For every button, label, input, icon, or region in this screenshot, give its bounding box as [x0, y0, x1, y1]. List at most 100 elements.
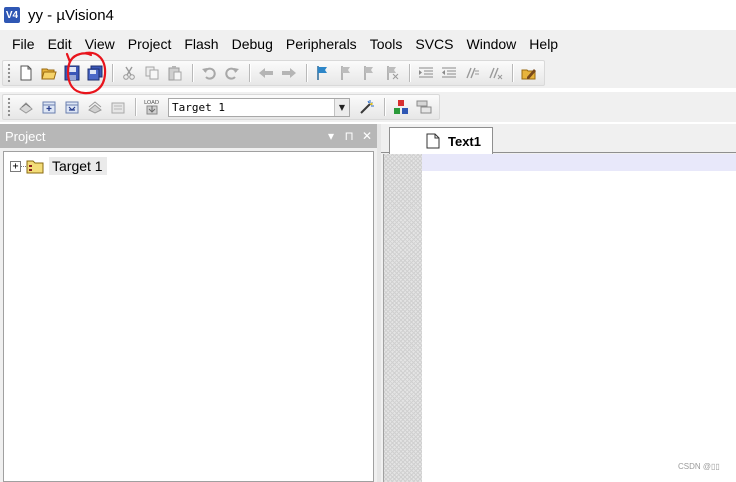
target-select[interactable]: Target 1 ▼ [168, 97, 350, 117]
undo-icon [201, 67, 216, 80]
project-tree[interactable]: + Target 1 [3, 151, 374, 482]
menu-file[interactable]: File [6, 32, 41, 56]
title-bar: V4 yy - µVision4 [0, 0, 736, 30]
clear-bookmarks-button[interactable] [381, 63, 402, 84]
flag-previous-icon [340, 66, 350, 80]
batch-build-button[interactable] [84, 97, 105, 118]
indent-button[interactable] [415, 63, 436, 84]
menu-help[interactable]: Help [523, 32, 564, 56]
menu-svcs[interactable]: SVCS [409, 32, 459, 56]
select-software-packs-button[interactable] [413, 97, 434, 118]
translate-icon [18, 102, 33, 114]
toolbar-separator [409, 64, 410, 82]
menu-flash[interactable]: Flash [178, 32, 224, 56]
comment-selection-button[interactable] [461, 63, 482, 84]
panel-dropdown-icon[interactable]: ▾ [323, 128, 339, 144]
editor-gutter[interactable] [384, 154, 422, 482]
window-title: yy - µVision4 [28, 6, 114, 24]
save-floppy-icon [64, 65, 79, 81]
tree-expand-icon[interactable]: + [10, 160, 21, 172]
tree-item-target[interactable]: + Target 1 [10, 156, 107, 176]
unindent-button[interactable] [438, 63, 459, 84]
project-panel-header: Project ▾ ⊓ ✕ [0, 124, 377, 148]
find-in-files-button[interactable] [518, 63, 539, 84]
paste-button[interactable] [164, 63, 185, 84]
navigate-forward-button[interactable] [278, 63, 299, 84]
manage-components-button[interactable] [390, 97, 411, 118]
panel-close-icon[interactable]: ✕ [359, 128, 375, 144]
download-button[interactable]: LOAD [141, 97, 162, 118]
save-button[interactable] [61, 63, 82, 84]
text-editor[interactable] [383, 154, 736, 482]
rebuild-icon [65, 101, 78, 114]
redo-icon [224, 67, 239, 80]
redo-button[interactable] [221, 63, 242, 84]
dropdown-arrow-icon[interactable]: ▼ [334, 98, 349, 116]
current-line-highlight [422, 154, 736, 171]
undo-button[interactable] [198, 63, 219, 84]
build-icon [42, 101, 55, 114]
unindent-icon [441, 67, 456, 78]
translate-button[interactable] [15, 97, 36, 118]
arrow-left-icon [258, 68, 273, 78]
open-folder-icon [40, 68, 57, 80]
components-icon [393, 100, 408, 114]
editor-area: Text1 [381, 124, 736, 482]
flag-clear-icon [386, 66, 398, 80]
project-panel-title: Project [5, 128, 46, 144]
previous-bookmark-button[interactable] [335, 63, 356, 84]
copy-button[interactable] [141, 63, 162, 84]
file-toolbar [2, 60, 545, 86]
menu-project[interactable]: Project [122, 32, 178, 56]
scissors-icon [122, 66, 135, 80]
toolbar-separator [512, 64, 513, 82]
menu-debug[interactable]: Debug [226, 32, 279, 56]
watermark: CSDN @▯▯ [678, 462, 720, 471]
menu-window[interactable]: Window [461, 32, 523, 56]
stop-build-button[interactable] [107, 97, 128, 118]
find-in-files-icon [521, 69, 536, 80]
indent-icon [418, 67, 433, 78]
load-label: LOAD [144, 100, 159, 106]
toolbar-grip[interactable] [7, 97, 11, 117]
menu-view[interactable]: View [79, 32, 121, 56]
stop-build-icon [111, 102, 124, 114]
target-folder-icon [26, 160, 44, 174]
build-button[interactable] [38, 97, 59, 118]
menu-peripherals[interactable]: Peripherals [280, 32, 363, 56]
packs-icon [416, 100, 431, 114]
batch-build-icon [87, 101, 102, 114]
next-bookmark-button[interactable] [358, 63, 379, 84]
tab-label: Text1 [448, 133, 481, 149]
project-panel: Project ▾ ⊓ ✕ + Target 1 [0, 124, 377, 482]
flag-next-icon [363, 66, 373, 80]
tree-item-label: Target 1 [49, 157, 107, 175]
rebuild-button[interactable] [61, 97, 82, 118]
new-file-button[interactable] [15, 63, 36, 84]
magic-wand-icon [359, 100, 374, 114]
insert-bookmark-button[interactable] [312, 63, 333, 84]
open-file-button[interactable] [38, 63, 59, 84]
cut-button[interactable] [118, 63, 139, 84]
toolbar-separator [192, 64, 193, 82]
toolbar-separator [112, 64, 113, 82]
toolbar-separator [306, 64, 307, 82]
save-all-icon [87, 65, 102, 81]
comment-icon [465, 67, 479, 79]
navigate-back-button[interactable] [255, 63, 276, 84]
editor-tab-strip: Text1 [381, 124, 736, 154]
target-select-value: Target 1 [172, 100, 225, 114]
toolbar-separator [384, 98, 385, 116]
menu-bar: File Edit View Project Flash Debug Perip… [0, 30, 736, 58]
tab-text1[interactable]: Text1 [389, 127, 493, 154]
toolbar-grip[interactable] [7, 63, 11, 83]
panel-pin-icon[interactable]: ⊓ [341, 128, 357, 144]
paste-clipboard-icon [168, 66, 181, 81]
uvision-app-icon: V4 [4, 7, 20, 23]
uncomment-selection-button[interactable] [484, 63, 505, 84]
build-toolbar: LOAD Target 1 ▼ [2, 94, 440, 120]
save-all-button[interactable] [84, 63, 105, 84]
target-options-button[interactable] [356, 97, 377, 118]
menu-edit[interactable]: Edit [42, 32, 78, 56]
menu-tools[interactable]: Tools [364, 32, 409, 56]
